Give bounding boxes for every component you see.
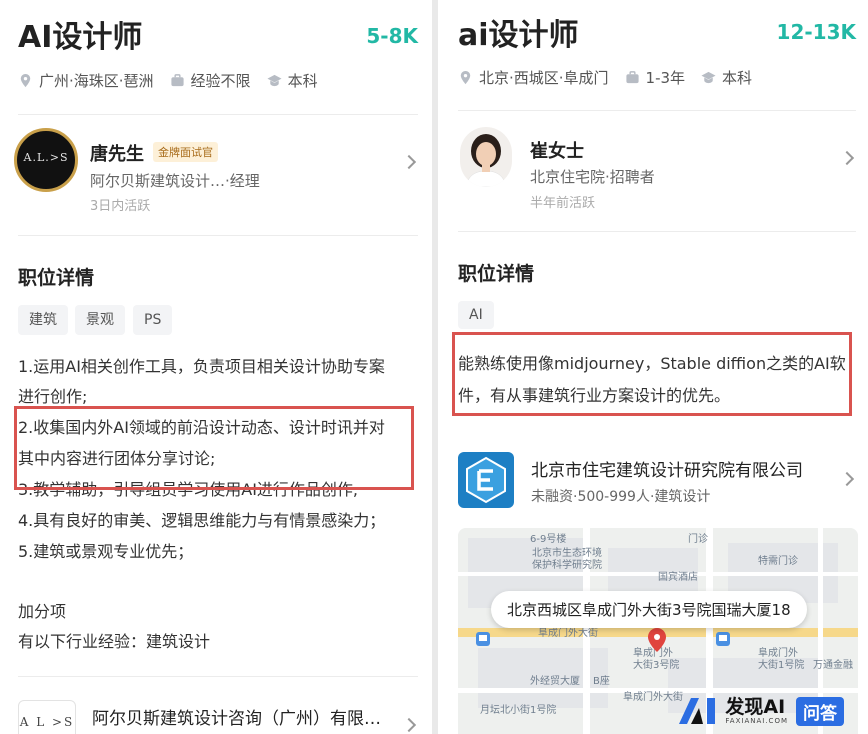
company-logo-hexagon-icon [466,456,506,504]
address-bubble: 北京西城区阜成门外大街3号院国瑞大厦18 [491,591,807,628]
job-description-line: 1.运用AI相关创作工具，负责项目相关设计协助专案 [18,357,385,376]
chevron-right-icon[interactable] [401,154,417,170]
salary: 12-13K [776,20,856,44]
map-label: 6-9号楼 [530,534,567,545]
skill-tag: AI [458,301,494,329]
section-title-job-details: 职位详情 [458,263,535,285]
company-logo: A L >S [18,700,76,734]
chevron-right-icon[interactable] [839,150,855,166]
job-description-line: 能熟练使用像midjourney，Stable diffion之类的AI软 [458,354,846,373]
job-description-line: 2.收集国内外AI领域的前沿设计动态、设计时讯并对 [18,418,385,437]
company-logo-text: A L >S [19,715,75,729]
map-label: 保护科学研究院 [532,560,602,571]
map-label: B座 [593,676,610,687]
map-label: 国宾酒店 [658,572,698,583]
bonus-title: 加分项 [18,602,67,621]
recruiter-name: 唐先生 [90,144,144,165]
map-label: 大街1号院 [758,660,805,671]
map-label: 月坛北小街1号院 [480,705,557,716]
company-name: 阿尔贝斯建筑设计咨询（广州）有限… [92,709,381,729]
company-logo [458,452,514,508]
job-description-line: 进行创作; [18,387,88,406]
recruiter-name: 崔女士 [530,141,584,162]
job-detail-left: AI设计师 5-8K 广州·海珠区·琶洲 经验不限 本科 A.L.>S 唐先生 … [0,0,432,734]
experience-text: 经验不限 [190,72,251,90]
salary: 5-8K [366,24,418,48]
graduation-cap-icon [267,74,282,87]
map-label: 门诊 [688,534,708,545]
recruiter-company-role: 北京住宅院·招聘者 [530,168,655,186]
location-text: 广州·海珠区·琶洲 [39,72,154,90]
watermark: 发现AI FAXIANAI.COM 问答 [677,696,844,726]
bus-stop-icon [476,632,490,646]
map-label: 大街3号院 [633,660,680,671]
gold-interviewer-badge: 金牌面试官 [153,142,218,162]
skill-tag: 建筑 [18,305,68,335]
map-marker-icon [648,628,666,652]
avatar-logo-text: A.L.>S [23,151,69,164]
watermark-badge: 问答 [796,696,844,726]
graduation-cap-icon [701,71,716,84]
job-meta: 北京·西城区·阜成门 1-3年 本科 [458,67,752,88]
bonus-text: 有以下行业经验：建筑设计 [18,632,211,651]
recruiter-company-role: 阿尔贝斯建筑设计…·经理 [90,172,260,190]
skill-tag: 景观 [75,305,125,335]
divider [458,110,856,111]
chevron-right-icon[interactable] [401,717,417,733]
chevron-right-icon[interactable] [839,471,855,487]
job-title: AI设计师 [18,20,143,55]
section-title-job-details: 职位详情 [18,267,95,289]
job-description-line: 3.教学辅助，引导组员学习使用AI进行作品创作; [18,480,359,499]
briefcase-icon [625,71,639,84]
map-label: 特需门诊 [758,556,798,567]
location-map[interactable]: 6-9号楼 北京市生态环境 保护科学研究院 国宾酒店 特需门诊 门诊 阜成门外大… [458,528,858,734]
briefcase-icon [170,74,184,87]
job-meta: 广州·海珠区·琶洲 经验不限 本科 [18,70,318,91]
location-pin-icon [20,73,31,88]
location-text: 北京·西城区·阜成门 [479,69,609,87]
skill-tag: PS [133,305,173,335]
job-description-line: 4.具有良好的审美、逻辑思维能力与有情景感染力； [18,511,386,530]
divider [18,235,418,236]
watermark-brand: 发现AI [725,696,786,718]
person-photo-icon [465,134,507,187]
job-description-line: 5.建筑或景观专业优先； [18,542,194,561]
location-pin-icon [460,70,471,85]
bus-stop-icon [716,632,730,646]
recruiter-avatar [460,127,512,187]
education-text: 本科 [722,69,753,87]
map-label: 阜成门外大街 [623,692,683,703]
divider [18,114,418,115]
job-detail-right: ai设计师 12-13K 北京·西城区·阜成门 1-3年 本科 崔女士 北京住宅… [438,0,868,734]
job-description-line: 其中内容进行团体分享讨论; [18,449,216,468]
recruiter-active-status: 3日内活跃 [90,199,151,214]
experience-text: 1-3年 [645,69,686,87]
education-text: 本科 [287,72,318,90]
job-description-line: 件，有从事建筑行业方案设计的优先。 [458,386,731,405]
divider [18,676,418,677]
map-label: 万通金融 [813,660,853,671]
recruiter-active-status: 半年前活跃 [530,196,596,211]
faxianai-logo-icon [679,698,716,724]
divider [458,231,856,232]
job-title: ai设计师 [458,18,579,53]
map-label: 外经贸大厦 [530,676,580,687]
recruiter-avatar: A.L.>S [14,128,78,192]
company-info: 未融资·500-999人·建筑设计 [531,489,711,505]
company-name: 北京市住宅建筑设计研究院有限公司 [531,461,803,481]
watermark-sub: FAXIANAI.COM [725,717,788,725]
